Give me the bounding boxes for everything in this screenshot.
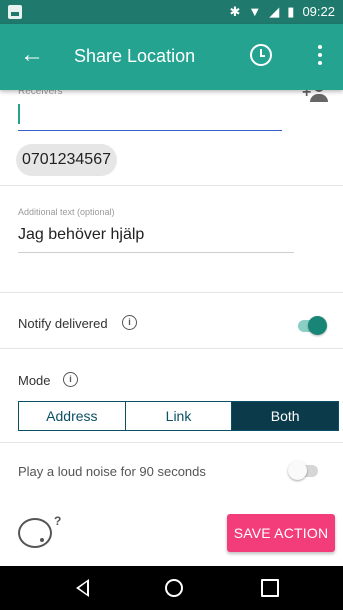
image-icon bbox=[8, 5, 22, 19]
additional-text-label: Additional text (optional) bbox=[18, 207, 115, 217]
divider bbox=[0, 348, 343, 349]
additional-text-input[interactable]: Jag behöver hjälp bbox=[18, 226, 144, 244]
battery-icon: ▮ bbox=[287, 4, 295, 19]
loud-noise-toggle[interactable] bbox=[288, 461, 320, 481]
back-arrow-icon[interactable]: ← bbox=[20, 43, 44, 67]
save-action-button[interactable]: SAVE ACTION bbox=[227, 514, 335, 552]
notify-delivered-toggle[interactable] bbox=[296, 315, 327, 335]
bluetooth-icon: ✱ bbox=[229, 4, 241, 19]
more-vert-icon[interactable] bbox=[318, 45, 322, 69]
system-nav-bar bbox=[0, 566, 343, 610]
mode-option-address[interactable]: Address bbox=[19, 402, 126, 430]
nav-home-icon[interactable] bbox=[165, 579, 183, 597]
notify-delivered-label: Notify delivered bbox=[18, 316, 108, 331]
nav-recent-icon[interactable] bbox=[261, 579, 279, 597]
mode-selector: Address Link Both bbox=[18, 401, 339, 431]
status-icons: ✱ ▼ ◢ ▮ 09:22 bbox=[230, 4, 335, 20]
mode-label: Mode bbox=[18, 373, 51, 388]
loud-noise-label: Play a loud noise for 90 seconds bbox=[18, 464, 206, 479]
status-time: 09:22 bbox=[302, 4, 335, 19]
receivers-input[interactable] bbox=[18, 100, 282, 131]
bottom-bar: ? SAVE ACTION bbox=[0, 500, 343, 566]
divider bbox=[0, 442, 343, 443]
info-icon[interactable]: i bbox=[122, 315, 137, 330]
mode-option-link[interactable]: Link bbox=[126, 402, 233, 430]
divider bbox=[0, 185, 343, 186]
app-title: Share Location bbox=[74, 46, 196, 66]
info-icon[interactable]: i bbox=[63, 372, 78, 387]
clock-icon[interactable] bbox=[250, 44, 272, 66]
divider bbox=[0, 292, 343, 293]
text-cursor bbox=[18, 104, 20, 124]
mode-option-both[interactable]: Both bbox=[232, 402, 339, 430]
receiver-chip[interactable]: 0701234567 bbox=[16, 144, 117, 176]
device-help-icon[interactable]: ? bbox=[18, 514, 61, 548]
status-bar: ✱ ▼ ◢ ▮ 09:22 bbox=[0, 0, 343, 24]
additional-text-underline bbox=[18, 252, 294, 253]
app-bar: ← Share Location bbox=[0, 24, 343, 90]
nav-back-icon-inner bbox=[79, 582, 87, 594]
signal-icon: ◢ bbox=[269, 4, 280, 19]
wifi-icon: ▼ bbox=[248, 4, 262, 19]
